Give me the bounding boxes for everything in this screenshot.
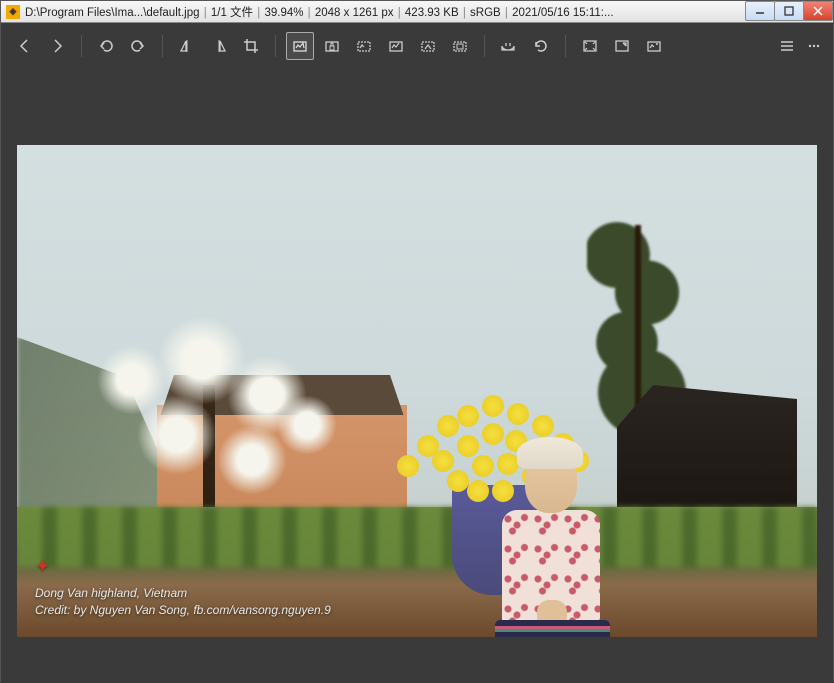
scale-fit-button[interactable]	[350, 32, 378, 60]
more-button[interactable]	[805, 32, 823, 60]
watermark-stamp: ✦	[35, 556, 50, 577]
flip-vertical-button[interactable]	[205, 32, 233, 60]
undo-button[interactable]	[92, 32, 120, 60]
title-separator: |	[308, 7, 314, 19]
window-fit-button[interactable]	[576, 32, 604, 60]
open-button[interactable]	[495, 32, 523, 60]
displayed-image: ✦ Dong Van highland, Vietnam Credit: by …	[17, 145, 817, 637]
fit-height-button[interactable]	[446, 32, 474, 60]
file-path: D:\Program Files\Ima...\default.jpg	[25, 7, 199, 19]
file-index: 1/1 文件	[211, 7, 253, 19]
auto-zoom-button[interactable]	[286, 32, 314, 60]
window-controls	[746, 1, 833, 22]
lock-zoom-button[interactable]	[318, 32, 346, 60]
image-caption: Dong Van highland, Vietnam Credit: by Ng…	[35, 585, 331, 619]
maximize-button[interactable]	[774, 1, 804, 21]
fit-width-button[interactable]	[414, 32, 442, 60]
color-space: sRGB	[470, 7, 501, 19]
next-image-button[interactable]	[43, 32, 71, 60]
title-separator: |	[505, 7, 511, 19]
title-separator: |	[398, 7, 404, 19]
flip-horizontal-button[interactable]	[173, 32, 201, 60]
zoom-level: 39.94%	[264, 7, 303, 19]
toolbar-separator	[162, 35, 163, 57]
actual-size-button[interactable]	[382, 32, 410, 60]
file-datetime: 2021/05/16 15:11:...	[512, 7, 613, 19]
fullscreen-button[interactable]	[608, 32, 636, 60]
slideshow-button[interactable]	[640, 32, 668, 60]
image-viewport[interactable]: ✦ Dong Van highland, Vietnam Credit: by …	[1, 69, 833, 683]
title-separator: |	[204, 7, 210, 19]
title-separator: |	[257, 7, 263, 19]
app-icon: ◈	[6, 5, 20, 19]
caption-location: Dong Van highland, Vietnam	[35, 585, 331, 602]
prev-image-button[interactable]	[11, 32, 39, 60]
close-button[interactable]	[803, 1, 833, 21]
toolbar-separator	[81, 35, 82, 57]
menu-button[interactable]	[773, 32, 801, 60]
image-dimensions: 2048 x 1261 px	[315, 7, 394, 19]
toolbar	[1, 23, 833, 69]
title-separator: |	[463, 7, 469, 19]
toolbar-separator	[484, 35, 485, 57]
toolbar-separator	[275, 35, 276, 57]
redo-button[interactable]	[124, 32, 152, 60]
refresh-button[interactable]	[527, 32, 555, 60]
title-text: D:\Program Files\Ima...\default.jpg | 1/…	[25, 4, 746, 20]
window-titlebar: ◈ D:\Program Files\Ima...\default.jpg | …	[1, 1, 833, 23]
caption-credit: Credit: by Nguyen Van Song, fb.com/vanso…	[35, 602, 331, 619]
minimize-button[interactable]	[745, 1, 775, 21]
toolbar-separator	[565, 35, 566, 57]
file-size: 423.93 KB	[405, 7, 459, 19]
crop-button[interactable]	[237, 32, 265, 60]
